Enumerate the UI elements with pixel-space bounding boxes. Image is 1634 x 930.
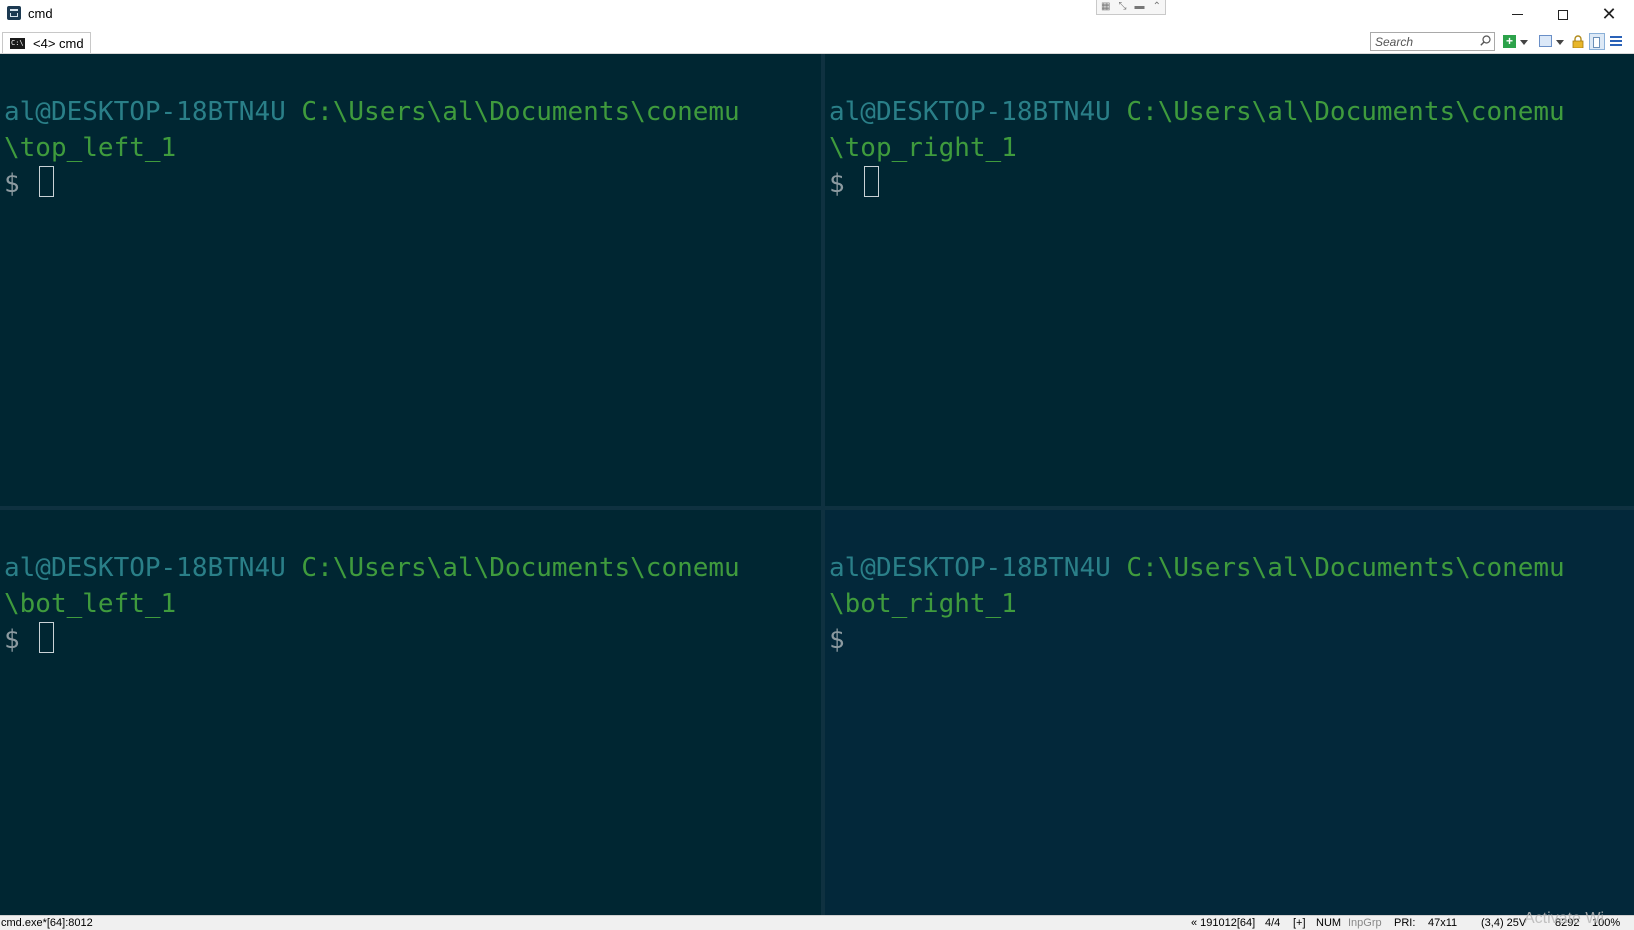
minimize-button[interactable] <box>1494 0 1540 29</box>
status-plus[interactable]: [+] <box>1293 917 1306 930</box>
mini-toolbar: ▦ ⤡ ▬ ⌃ <box>1096 0 1166 15</box>
search-box[interactable] <box>1370 32 1495 51</box>
text-cursor <box>39 166 55 197</box>
close-icon: ✕ <box>1601 3 1617 25</box>
console-icon: C:\ <box>10 37 25 49</box>
user-host: al@DESKTOP-18BTN4U <box>829 553 1111 583</box>
text-cursor <box>39 622 55 653</box>
pane-output: al@DESKTOP-18BTN4U C:\Users\al\Documents… <box>4 550 740 658</box>
prompt-symbol: $ <box>829 625 845 655</box>
status-build[interactable]: « 191012[64] <box>1191 917 1255 930</box>
search-icon[interactable] <box>1480 35 1491 46</box>
status-bar: cmd.exe*[64]:8012 « 191012[64] 4/4 [+] N… <box>0 910 1634 930</box>
pane-bottom-right[interactable]: al@DESKTOP-18BTN4U C:\Users\al\Documents… <box>825 510 1634 915</box>
grid-icon[interactable]: ▦ <box>1101 1 1110 13</box>
new-console-dropdown-icon[interactable] <box>1520 40 1528 45</box>
console-area: al@DESKTOP-18BTN4U C:\Users\al\Documents… <box>0 54 1634 915</box>
split-panel-icon[interactable] <box>1589 33 1605 50</box>
status-process[interactable]: cmd.exe*[64]:8012 <box>1 917 93 930</box>
user-host: al@DESKTOP-18BTN4U <box>4 553 286 583</box>
tab-cmd[interactable]: C:\ <4> cmd <box>2 32 91 53</box>
tab-label: <4> cmd <box>33 35 84 51</box>
close-button[interactable]: ✕ <box>1586 0 1632 29</box>
prompt-symbol: $ <box>4 625 20 655</box>
lock-icon[interactable] <box>1572 35 1584 48</box>
user-host: al@DESKTOP-18BTN4U <box>4 97 286 127</box>
conemu-app-icon[interactable] <box>7 6 21 20</box>
search-input[interactable] <box>1371 33 1479 50</box>
tab-bar: C:\ <4> cmd + <box>0 29 1634 54</box>
current-path: C:\Users\al\Documents\conemu <box>1126 97 1565 127</box>
minimize-icon <box>1511 14 1523 15</box>
status-num[interactable]: NUM <box>1316 917 1341 930</box>
maximize-button[interactable] <box>1540 0 1586 29</box>
current-path: C:\Users\al\Documents\conemu <box>301 553 740 583</box>
pane-bottom-left[interactable]: al@DESKTOP-18BTN4U C:\Users\al\Documents… <box>0 510 821 915</box>
status-inpgrp[interactable]: InpGrp <box>1348 917 1382 930</box>
menu-icon[interactable] <box>1610 36 1622 47</box>
current-path: C:\Users\al\Documents\conemu <box>301 97 740 127</box>
current-path-continued: \bot_right_1 <box>829 589 1017 619</box>
current-path-continued: \top_left_1 <box>4 133 177 163</box>
window-list-icon[interactable] <box>1539 35 1552 47</box>
collapse-icon[interactable]: ⌃ <box>1153 1 1161 13</box>
text-cursor <box>864 166 880 197</box>
prompt-symbol: $ <box>4 169 20 199</box>
window-title: cmd <box>28 6 53 21</box>
status-cursor-pos[interactable]: (3,4) 25V <box>1481 917 1526 930</box>
pane-output: al@DESKTOP-18BTN4U C:\Users\al\Documents… <box>829 94 1565 202</box>
window-list-dropdown-icon[interactable] <box>1556 40 1564 45</box>
prompt-symbol: $ <box>829 169 845 199</box>
status-size[interactable]: 47x11 <box>1428 917 1457 930</box>
pane-top-left[interactable]: al@DESKTOP-18BTN4U C:\Users\al\Documents… <box>0 54 821 506</box>
activate-windows-watermark: Activate Wi <box>1524 910 1605 927</box>
user-host: al@DESKTOP-18BTN4U <box>829 97 1111 127</box>
maximize-icon <box>1558 9 1568 20</box>
status-console-index[interactable]: 4/4 <box>1265 917 1280 930</box>
current-path: C:\Users\al\Documents\conemu <box>1126 553 1565 583</box>
minimize-mini-icon[interactable]: ▬ <box>1135 1 1145 13</box>
pane-output: al@DESKTOP-18BTN4U C:\Users\al\Documents… <box>4 94 740 202</box>
new-console-icon[interactable]: + <box>1503 35 1516 48</box>
current-path-continued: \top_right_1 <box>829 133 1017 163</box>
status-priority[interactable]: PRI: <box>1394 917 1415 930</box>
pane-output: al@DESKTOP-18BTN4U C:\Users\al\Documents… <box>829 550 1565 658</box>
restore-size-icon[interactable]: ⤡ <box>1119 1 1127 13</box>
pane-top-right[interactable]: al@DESKTOP-18BTN4U C:\Users\al\Documents… <box>825 54 1634 506</box>
title-bar: cmd ▦ ⤡ ▬ ⌃ ✕ <box>0 0 1634 29</box>
current-path-continued: \bot_left_1 <box>4 589 177 619</box>
